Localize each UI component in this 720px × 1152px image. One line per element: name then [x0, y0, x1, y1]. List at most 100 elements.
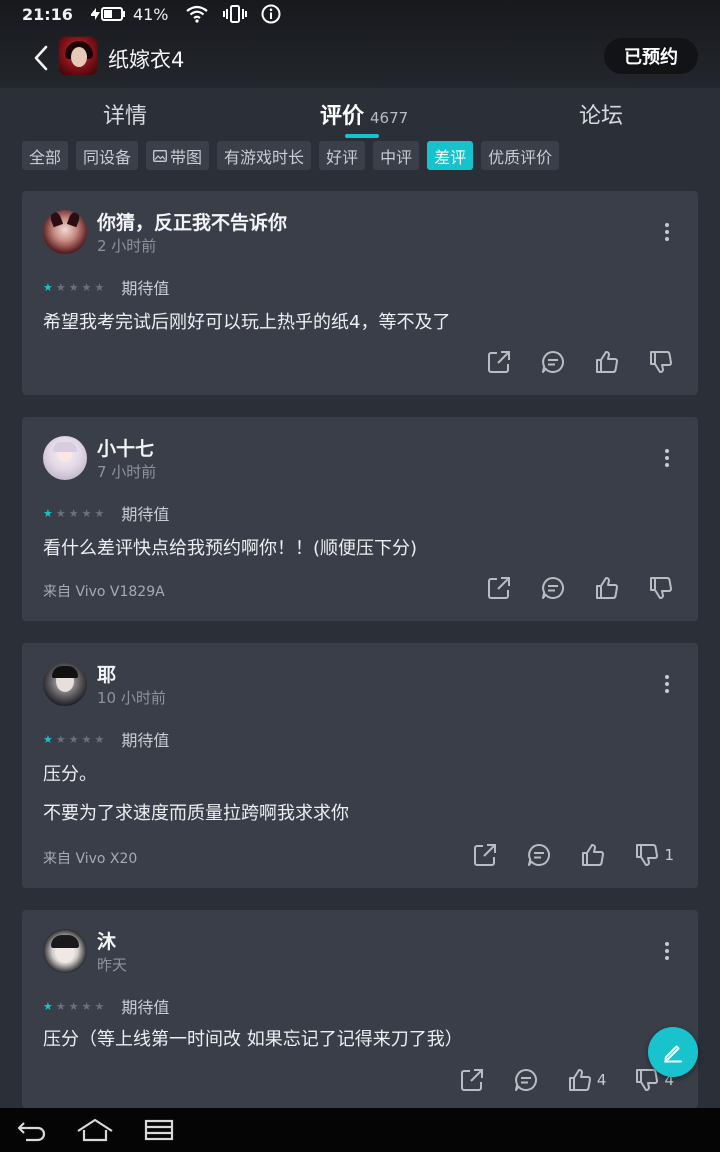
avatar[interactable] [43, 436, 87, 480]
rating-label: 期待值 [121, 998, 170, 1017]
like-count: 4 [596, 1071, 607, 1089]
comment-button[interactable] [526, 842, 552, 868]
star-icon: ★ [94, 506, 105, 520]
menu-icon [144, 1119, 174, 1141]
filter-with-image-label: 带图 [170, 147, 203, 167]
share-button[interactable] [486, 575, 512, 601]
tab-reviews[interactable]: 评价 4677 [320, 98, 408, 130]
rating-label: 期待值 [121, 505, 170, 524]
user-name[interactable]: 小十七 [97, 434, 154, 461]
rating: ★ ★ ★ ★ ★ 期待值 [43, 501, 169, 525]
review-text[interactable]: 不要为了求速度而质量拉跨啊我求求你 [43, 799, 349, 825]
more-options-icon[interactable] [664, 942, 670, 962]
star-icon: ★ [43, 280, 53, 294]
dislike-button[interactable] [648, 575, 674, 601]
star-icon: ★ [68, 732, 79, 746]
tab-details[interactable]: 详情 [103, 98, 147, 130]
star-icon: ★ [81, 506, 92, 520]
tab-forum[interactable]: 论坛 [579, 98, 623, 130]
review-time: 7 小时前 [97, 463, 157, 481]
comment-icon [514, 1069, 537, 1091]
avatar[interactable] [43, 210, 87, 254]
more-options-icon[interactable] [664, 675, 670, 695]
back-button[interactable] [28, 42, 54, 74]
like-button[interactable]: 4 [567, 1067, 607, 1093]
filter-quality[interactable]: 优质评价 [481, 141, 560, 170]
battery-icon [90, 7, 125, 21]
more-options-icon[interactable] [664, 223, 670, 243]
review-text[interactable]: 看什么差评快点给我预约啊你！！(顺便压下分) [43, 534, 417, 560]
share-button[interactable] [472, 842, 498, 868]
back-nav-button[interactable] [16, 1118, 48, 1146]
filter-same-device[interactable]: 同设备 [76, 141, 139, 170]
star-icon: ★ [55, 999, 66, 1013]
home-nav-button[interactable] [76, 1118, 114, 1146]
thumbs-down-icon [636, 844, 659, 867]
review-text[interactable]: 压分（等上线第一时间改 如果忘记了记得来刀了我） [43, 1025, 463, 1051]
comment-icon [528, 844, 551, 866]
star-icon: ★ [94, 999, 105, 1013]
rating-label: 期待值 [121, 731, 170, 750]
rating: ★ ★ ★ ★ ★ 期待值 [43, 275, 169, 299]
review-actions: 4 4 [431, 1067, 674, 1093]
avatar[interactable] [43, 662, 87, 706]
star-icon: ★ [55, 280, 66, 294]
comment-button[interactable] [540, 575, 566, 601]
filter-playtime[interactable]: 有游戏时长 [217, 141, 312, 170]
thumbs-down-icon [650, 351, 672, 374]
share-button[interactable] [486, 349, 512, 375]
filter-neutral[interactable]: 中评 [373, 141, 420, 170]
like-button[interactable] [594, 349, 620, 375]
review-text[interactable]: 压分。 [43, 760, 97, 786]
dislike-button[interactable]: 1 [634, 842, 674, 868]
thumbs-down-icon [650, 577, 672, 600]
more-options-icon[interactable] [664, 449, 670, 469]
thumbs-up-icon [596, 350, 618, 373]
star-icon: ★ [68, 999, 79, 1013]
review-time: 昨天 [97, 956, 128, 974]
vibrate-icon [222, 4, 247, 24]
review-text[interactable]: 希望我考完试后刚好可以玩上热乎的纸4，等不及了 [43, 308, 450, 334]
star-icon: ★ [43, 999, 53, 1013]
user-name[interactable]: 耶 [97, 660, 116, 687]
filter-with-image[interactable]: 带图 [146, 141, 210, 170]
comment-button[interactable] [540, 349, 566, 375]
wifi-icon [185, 5, 209, 23]
share-icon [460, 1069, 483, 1091]
tab-reviews-label: 评价 [320, 104, 365, 129]
star-rating: ★ ★ ★ ★ ★ [43, 282, 107, 293]
home-icon [77, 1118, 113, 1142]
chevron-left-icon [34, 45, 48, 71]
star-icon: ★ [94, 732, 105, 746]
star-icon: ★ [68, 506, 79, 520]
share-icon [474, 844, 497, 866]
menu-nav-button[interactable] [144, 1118, 174, 1146]
filter-positive[interactable]: 好评 [319, 141, 366, 170]
filter-all[interactable]: 全部 [22, 141, 69, 170]
rating: ★ ★ ★ ★ ★ 期待值 [43, 727, 169, 751]
info-icon [261, 4, 281, 24]
dislike-count: 1 [664, 846, 674, 864]
write-review-button[interactable] [648, 1027, 698, 1077]
user-name[interactable]: 沐 [97, 927, 116, 954]
user-name[interactable]: 你猜，反正我不告诉你 [97, 208, 287, 235]
like-button[interactable] [594, 575, 620, 601]
star-icon: ★ [81, 732, 92, 746]
star-rating: ★ ★ ★ ★ ★ [43, 1001, 107, 1012]
like-button[interactable] [580, 842, 606, 868]
thumbs-up-icon [582, 843, 605, 866]
review-time: 2 小时前 [97, 237, 157, 255]
thumbs-up-icon [596, 576, 618, 599]
star-icon: ★ [68, 280, 79, 294]
filter-negative[interactable]: 差评 [427, 141, 474, 170]
review-card: 耶 10 小时前 ★ ★ ★ ★ ★ 期待值 压分。 不要为了求速度而质量拉跨啊我求求你… [22, 643, 698, 888]
comment-button[interactable] [513, 1067, 539, 1093]
page-header: 纸嫁衣4 已预约 [0, 34, 720, 82]
status-time: 21:16 [22, 4, 73, 24]
reserved-button[interactable]: 已预约 [604, 38, 698, 74]
review-actions [458, 349, 674, 375]
share-button[interactable] [459, 1067, 485, 1093]
dislike-button[interactable] [648, 349, 674, 375]
system-nav-bar [0, 1108, 720, 1152]
avatar[interactable] [43, 929, 87, 973]
